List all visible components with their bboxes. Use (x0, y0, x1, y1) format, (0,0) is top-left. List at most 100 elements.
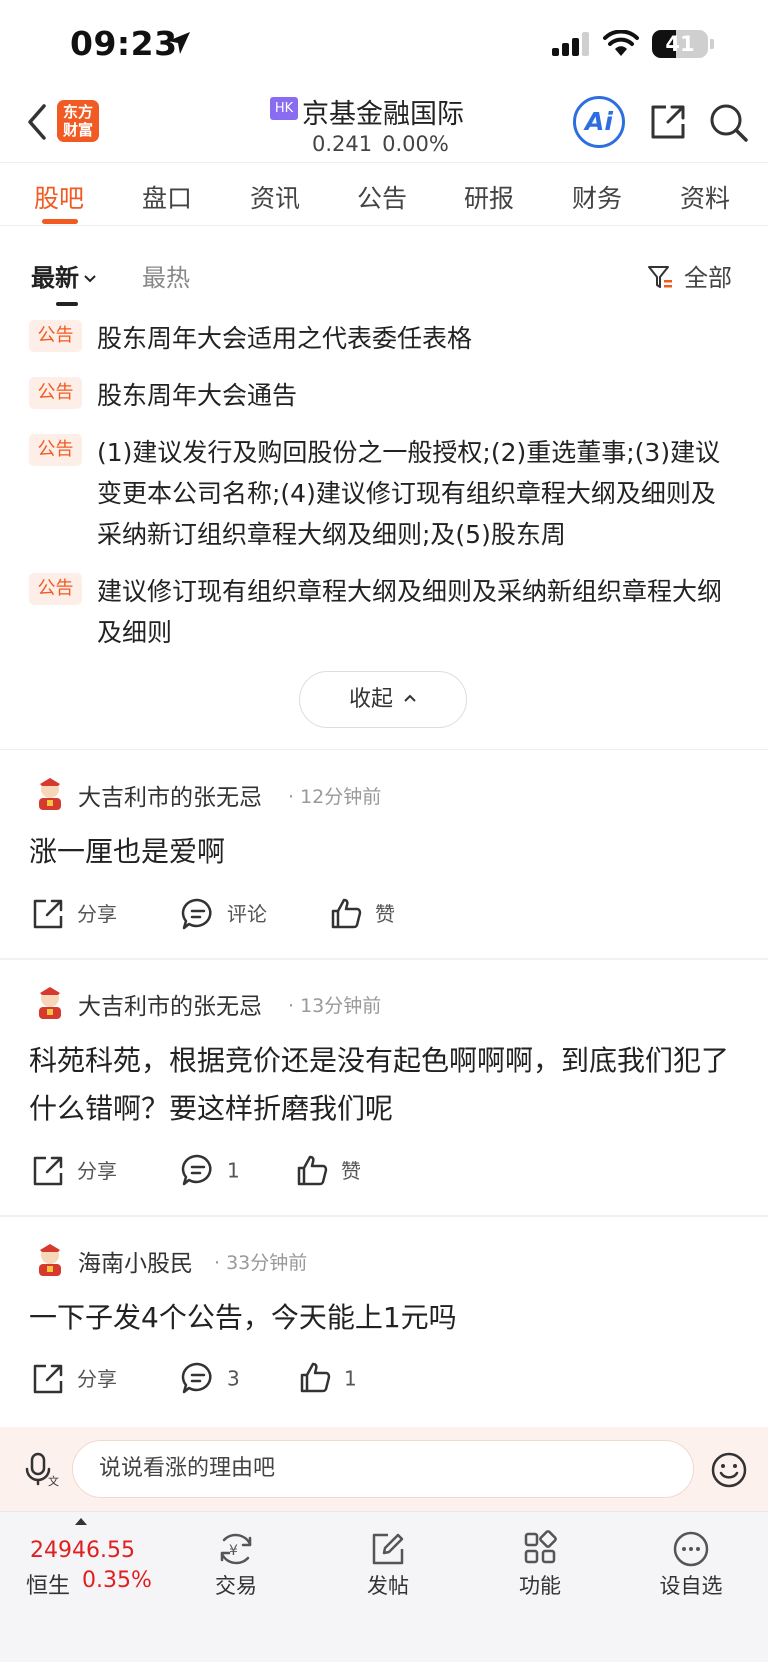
more-icon (673, 1531, 709, 1567)
divider (0, 1215, 768, 1217)
announcement-item[interactable]: 公告 (1)建议发行及购回股份之一般授权;(2)重选董事;(3)建议变更本公司名… (0, 432, 768, 555)
announcement-title: 股东周年大会通告 (97, 381, 298, 410)
thumbs-up-icon (331, 898, 362, 928)
compose-icon (372, 1533, 404, 1565)
sort-newest-button[interactable]: 最新 (31, 258, 97, 293)
chevron-down-icon (84, 275, 96, 283)
share-icon (33, 1156, 63, 1185)
collapse-button[interactable]: 收起 (299, 671, 467, 728)
post-author[interactable]: 海南小股民 (78, 1244, 193, 1278)
announcement-item[interactable]: 公告 股东周年大会通告 (0, 375, 768, 416)
share-icon[interactable] (648, 102, 688, 142)
announcement-tag: 公告 (29, 377, 82, 409)
comment-icon (181, 1362, 212, 1394)
tab-finance[interactable]: 财务 (557, 179, 637, 215)
svg-text:文: 文 (48, 1474, 59, 1487)
share-button[interactable]: 分享 (31, 898, 117, 933)
svg-text:¥: ¥ (229, 1543, 238, 1559)
index-value[interactable]: 24946.55 (30, 1538, 135, 1563)
market-badge: HK (270, 97, 298, 120)
tab-announcements[interactable]: 公告 (342, 179, 422, 215)
status-time: 09:23 (70, 24, 178, 63)
battery-level: 41 (665, 32, 695, 56)
post-time: · 33分钟前 (214, 1252, 308, 1274)
stock-tabs: 股吧 盘口 资讯 公告 研报 财务 资料 (0, 162, 768, 226)
app-logo: 东方 财富 (57, 100, 99, 142)
divider (0, 749, 768, 750)
trade-icon: ¥ (220, 1533, 252, 1565)
announcement-tag: 公告 (29, 320, 82, 352)
avatar[interactable] (34, 985, 66, 1019)
like-button[interactable]: 赞 (329, 898, 395, 933)
like-button[interactable]: 赞 (295, 1155, 361, 1190)
stock-header: 东方 财富 HK 京基金融国际 0.241 0.00% Ai (0, 90, 768, 162)
thumbs-up-icon (297, 1155, 328, 1185)
filter-row: 最新 最热 全部 (0, 254, 768, 314)
back-icon[interactable] (22, 102, 52, 142)
tab-news[interactable]: 资讯 (235, 179, 315, 215)
tab-pankou[interactable]: 盘口 (127, 179, 207, 215)
avatar[interactable] (34, 776, 66, 810)
index-name[interactable]: 恒生 (26, 1568, 70, 1600)
battery-icon: 41 (652, 30, 708, 58)
announcement-item[interactable]: 公告 建议修订现有组织章程大纲及细则及采纳新组织章程大纲及细则 (0, 571, 768, 653)
announcement-title: 股东周年大会适用之代表委任表格 (97, 324, 473, 353)
comment-button[interactable]: 评论 (181, 898, 267, 933)
post-content[interactable]: 科苑科苑，根据竞价还是没有起色啊啊啊，到底我们犯了什么错啊？要这样折磨我们呢 (29, 1037, 739, 1133)
comment-input-bar: 文 说说看涨的理由吧 (0, 1427, 768, 1511)
nav-functions[interactable]: 功能 (495, 1530, 585, 1600)
stock-title[interactable]: HK 京基金融国际 (270, 92, 510, 131)
announcement-title: 建议修订现有组织章程大纲及细则及采纳新组织章程大纲及细则 (97, 577, 723, 647)
tab-profile[interactable]: 资料 (665, 179, 745, 215)
share-button[interactable]: 分享 (31, 1363, 117, 1398)
caret-up-icon (75, 1518, 87, 1525)
share-button[interactable]: 分享 (31, 1155, 117, 1190)
tab-research[interactable]: 研报 (449, 179, 529, 215)
stock-price: 0.241 (312, 132, 373, 156)
nav-trade[interactable]: ¥ 交易 (191, 1530, 281, 1600)
filter-icon (648, 266, 672, 288)
stock-name: 京基金融国际 (302, 99, 464, 130)
announcement-tag: 公告 (29, 434, 82, 466)
post-content[interactable]: 一下子发4个公告，今天能上1元吗 (29, 1294, 739, 1342)
post-content[interactable]: 涨一厘也是爱啊 (29, 828, 739, 876)
status-bar: 09:23 41 (0, 0, 768, 90)
wifi-icon (603, 30, 639, 56)
announcement-tag: 公告 (29, 573, 82, 605)
location-arrow-icon (168, 32, 190, 54)
post-time: · 13分钟前 (288, 995, 382, 1017)
ai-assistant-button[interactable]: Ai (573, 96, 625, 148)
grid-icon (524, 1530, 557, 1564)
active-tab-indicator (42, 219, 78, 224)
like-button[interactable]: 1 (298, 1362, 357, 1397)
stock-change: 0.00% (382, 132, 449, 156)
avatar[interactable] (34, 1242, 66, 1276)
sort-indicator (56, 302, 78, 306)
divider (0, 958, 768, 960)
announcement-title: (1)建议发行及购回股份之一般授权;(2)重选董事;(3)建议变更本公司名称;(… (97, 438, 721, 549)
comment-button[interactable]: 3 (181, 1362, 240, 1397)
search-icon[interactable] (708, 102, 750, 144)
comment-input[interactable]: 说说看涨的理由吧 (72, 1440, 694, 1498)
filter-all-button[interactable]: 全部 (646, 258, 732, 293)
comment-icon (181, 898, 212, 929)
cellular-signal-icon (552, 32, 589, 56)
tab-guba[interactable]: 股吧 (19, 179, 99, 215)
emoji-icon[interactable] (710, 1451, 748, 1489)
comment-button[interactable]: 1 (181, 1154, 240, 1189)
announcement-list: 公告 股东周年大会适用之代表委任表格 公告 股东周年大会通告 公告 (1)建议发… (0, 318, 768, 669)
nav-add-watchlist[interactable]: 设自选 (646, 1530, 736, 1600)
share-icon (33, 899, 63, 928)
bottom-nav: 24946.55 恒生 0.35% ¥ 交易 发帖 功能 设自选 (0, 1511, 768, 1662)
sort-hottest-button[interactable]: 最热 (142, 258, 190, 293)
post-time: · 12分钟前 (288, 786, 382, 808)
chevron-up-icon (404, 694, 416, 702)
nav-post[interactable]: 发帖 (343, 1530, 433, 1600)
announcement-item[interactable]: 公告 股东周年大会适用之代表委任表格 (0, 318, 768, 359)
voice-input-icon[interactable]: 文 (24, 1451, 60, 1487)
thumbs-up-icon (300, 1362, 331, 1393)
index-change[interactable]: 0.35% (82, 1568, 152, 1593)
post-author[interactable]: 大吉利市的张无忌 (78, 778, 262, 812)
post-author[interactable]: 大吉利市的张无忌 (78, 987, 262, 1021)
share-icon (33, 1364, 63, 1393)
